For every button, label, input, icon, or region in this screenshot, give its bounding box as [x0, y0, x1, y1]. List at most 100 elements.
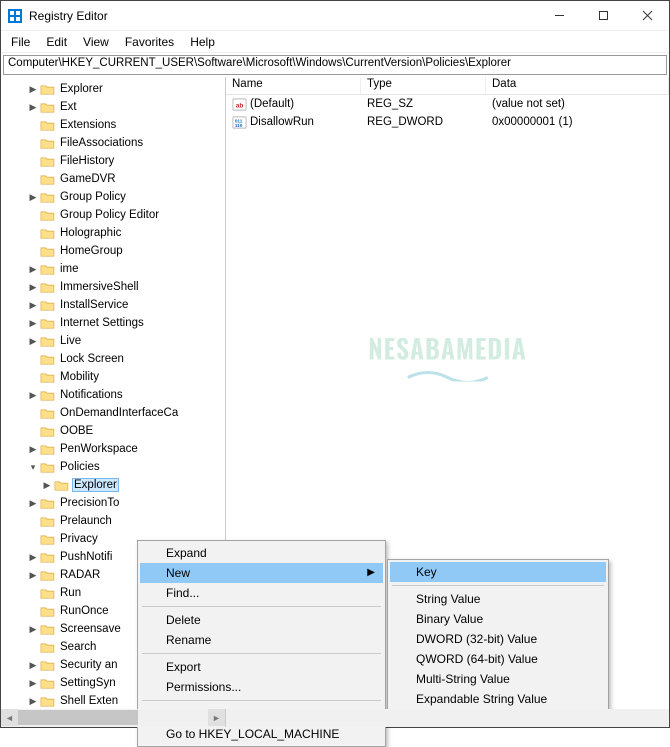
ctx-new-qword-64-bit-value[interactable]: QWORD (64-bit) Value — [390, 649, 606, 669]
tree-item-explorer[interactable]: ▶Explorer — [19, 80, 225, 98]
tree-item-ime[interactable]: ▶ime — [19, 260, 225, 278]
expand-arrow-icon[interactable]: ▶ — [27, 84, 39, 95]
expand-arrow-icon[interactable]: ▶ — [27, 660, 39, 671]
address-bar[interactable]: Computer\HKEY_CURRENT_USER\Software\Micr… — [3, 55, 667, 75]
expand-arrow-icon[interactable]: ▶ — [27, 624, 39, 635]
folder-icon — [40, 371, 55, 384]
expand-arrow-icon[interactable] — [27, 210, 39, 220]
tree-item-oobe[interactable]: OOBE — [19, 422, 225, 440]
column-header-name[interactable]: Name — [226, 77, 361, 94]
expand-arrow-icon[interactable] — [27, 372, 39, 382]
ctx-new-key[interactable]: Key — [390, 562, 606, 582]
expand-arrow-icon[interactable]: ▶ — [27, 300, 39, 311]
menu-favorites[interactable]: Favorites — [117, 33, 182, 51]
expand-arrow-icon[interactable]: ▶ — [27, 696, 39, 707]
tree-item-immersiveshell[interactable]: ▶ImmersiveShell — [19, 278, 225, 296]
expand-arrow-icon[interactable]: ▶ — [27, 498, 39, 509]
expand-arrow-icon[interactable] — [27, 120, 39, 130]
tree-item-group-policy[interactable]: ▶Group Policy — [19, 188, 225, 206]
expand-arrow-icon[interactable] — [27, 426, 39, 436]
ctx-item-permissions-[interactable]: Permissions... — [140, 677, 383, 697]
list-header[interactable]: Name Type Data — [226, 77, 669, 95]
menu-help[interactable]: Help — [182, 33, 223, 51]
tree-item-live[interactable]: ▶Live — [19, 332, 225, 350]
tree-item-policies[interactable]: ▾Policies — [19, 458, 225, 476]
expand-arrow-icon[interactable]: ▶ — [27, 192, 39, 203]
tree-item-group-policy-editor[interactable]: Group Policy Editor — [19, 206, 225, 224]
column-header-data[interactable]: Data — [486, 77, 669, 94]
expand-arrow-icon[interactable]: ▶ — [27, 318, 39, 329]
expand-arrow-icon[interactable]: ▶ — [27, 570, 39, 581]
ctx-new-binary-value[interactable]: Binary Value — [390, 609, 606, 629]
expand-arrow-icon[interactable]: ▶ — [27, 444, 39, 455]
folder-icon — [40, 227, 55, 240]
tree-item-penworkspace[interactable]: ▶PenWorkspace — [19, 440, 225, 458]
expand-arrow-icon[interactable]: ▶ — [27, 552, 39, 563]
menu-view[interactable]: View — [75, 33, 117, 51]
expand-arrow-icon[interactable]: ▶ — [41, 480, 53, 491]
tree-item-precisionto[interactable]: ▶PrecisionTo — [19, 494, 225, 512]
tree-item-mobility[interactable]: Mobility — [19, 368, 225, 386]
tree-item-internet-settings[interactable]: ▶Internet Settings — [19, 314, 225, 332]
tree-item-filehistory[interactable]: FileHistory — [19, 152, 225, 170]
tree-item-gamedvr[interactable]: GameDVR — [19, 170, 225, 188]
registry-value-row[interactable]: ab(Default)REG_SZ(value not set) — [226, 95, 669, 113]
tree-item-ondemandinterfaceca[interactable]: OnDemandInterfaceCa — [19, 404, 225, 422]
submenu-arrow-icon: ▶ — [367, 567, 375, 578]
expand-arrow-icon[interactable]: ▶ — [27, 336, 39, 347]
tree-item-label: Notifications — [58, 389, 125, 401]
expand-arrow-icon[interactable] — [27, 354, 39, 364]
ctx-item-rename[interactable]: Rename — [140, 630, 383, 650]
registry-value-row[interactable]: 011110DisallowRunREG_DWORD0x00000001 (1) — [226, 113, 669, 131]
menu-edit[interactable]: Edit — [38, 33, 75, 51]
expand-arrow-icon[interactable]: ▶ — [27, 390, 39, 401]
tree-item-notifications[interactable]: ▶ Notifications — [19, 386, 225, 404]
tree-item-installservice[interactable]: ▶InstallService — [19, 296, 225, 314]
tree-item-explorer[interactable]: ▶Explorer — [19, 476, 225, 494]
menu-file[interactable]: File — [3, 33, 38, 51]
tree-item-lock-screen[interactable]: Lock Screen — [19, 350, 225, 368]
ctx-item-export[interactable]: Export — [140, 657, 383, 677]
ctx-item-expand[interactable]: Expand — [140, 543, 383, 563]
tree-item-fileassociations[interactable]: FileAssociations — [19, 134, 225, 152]
regedit-app-icon — [7, 8, 23, 24]
expand-arrow-icon[interactable]: ▶ — [27, 678, 39, 689]
expand-arrow-icon[interactable] — [27, 156, 39, 166]
scroll-thumb-left[interactable] — [18, 710, 138, 725]
expand-arrow-icon[interactable]: ▶ — [27, 282, 39, 293]
expand-arrow-icon[interactable] — [27, 246, 39, 256]
expand-arrow-icon[interactable] — [27, 228, 39, 238]
folder-icon — [40, 569, 55, 582]
tree-item-prelaunch[interactable]: Prelaunch — [19, 512, 225, 530]
tree-item-ext[interactable]: ▶Ext — [19, 98, 225, 116]
expand-arrow-icon[interactable] — [27, 588, 39, 598]
scroll-right-button[interactable]: ► — [208, 709, 225, 726]
expand-arrow-icon[interactable] — [27, 516, 39, 526]
tree-item-homegroup[interactable]: HomeGroup — [19, 242, 225, 260]
expand-arrow-icon[interactable] — [27, 138, 39, 148]
expand-arrow-icon[interactable] — [27, 606, 39, 616]
ctx-new-multi-string-value[interactable]: Multi-String Value — [390, 669, 606, 689]
value-data: 0x00000001 (1) — [486, 116, 669, 128]
ctx-item-new[interactable]: New▶ — [140, 563, 383, 583]
scroll-left-button[interactable]: ◄ — [1, 709, 18, 726]
ctx-new-string-value[interactable]: String Value — [390, 589, 606, 609]
ctx-new-dword-32-bit-value[interactable]: DWORD (32-bit) Value — [390, 629, 606, 649]
ctx-item-go-to-hkey-local-machine[interactable]: Go to HKEY_LOCAL_MACHINE — [140, 724, 383, 744]
expand-arrow-icon[interactable] — [27, 642, 39, 652]
expand-arrow-icon[interactable]: ▾ — [27, 462, 39, 473]
ctx-item-delete[interactable]: Delete — [140, 610, 383, 630]
expand-arrow-icon[interactable] — [27, 534, 39, 544]
expand-arrow-icon[interactable]: ▶ — [27, 102, 39, 113]
expand-arrow-icon[interactable] — [27, 408, 39, 418]
ctx-item-find-[interactable]: Find... — [140, 583, 383, 603]
close-button[interactable] — [625, 1, 669, 31]
minimize-button[interactable] — [537, 1, 581, 31]
tree-item-extensions[interactable]: Extensions — [19, 116, 225, 134]
expand-arrow-icon[interactable] — [27, 174, 39, 184]
expand-arrow-icon[interactable]: ▶ — [27, 264, 39, 275]
tree-item-holographic[interactable]: Holographic — [19, 224, 225, 242]
ctx-new-expandable-string-value[interactable]: Expandable String Value — [390, 689, 606, 709]
maximize-button[interactable] — [581, 1, 625, 31]
column-header-type[interactable]: Type — [361, 77, 486, 94]
